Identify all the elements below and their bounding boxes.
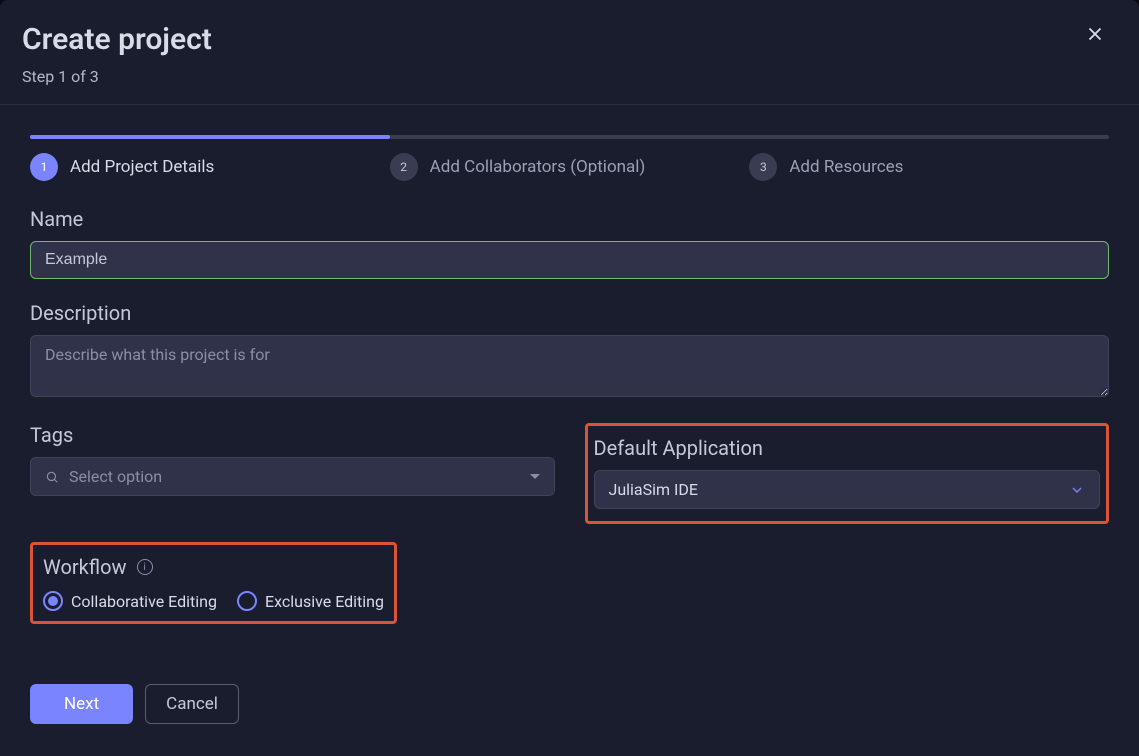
- radio-collaborative[interactable]: Collaborative Editing: [43, 591, 217, 611]
- create-project-modal: Create project Step 1 of 3 1 Add Project…: [0, 0, 1139, 756]
- name-group: Name: [30, 207, 1109, 279]
- workflow-radio-group: Collaborative Editing Exclusive Editing: [43, 591, 384, 611]
- cancel-button[interactable]: Cancel: [145, 684, 239, 724]
- default-app-highlight: Default Application JuliaSim IDE: [585, 423, 1110, 524]
- name-label: Name: [30, 207, 1109, 231]
- modal-title: Create project: [22, 22, 212, 57]
- default-app-select[interactable]: JuliaSim IDE: [594, 470, 1101, 509]
- modal-body: 1 Add Project Details 2 Add Collaborator…: [0, 105, 1139, 754]
- modal-footer: Next Cancel: [30, 684, 1109, 724]
- form-row: Tags Select option Default Application J…: [30, 423, 1109, 524]
- radio-label-collaborative: Collaborative Editing: [71, 592, 217, 611]
- step-list: 1 Add Project Details 2 Add Collaborator…: [30, 153, 1109, 181]
- description-label: Description: [30, 301, 1109, 325]
- step-1-label: Add Project Details: [70, 157, 214, 177]
- radio-circle-exclusive: [237, 591, 257, 611]
- step-3-label: Add Resources: [789, 157, 903, 177]
- default-app-label: Default Application: [594, 436, 1101, 460]
- step-1[interactable]: 1 Add Project Details: [30, 153, 390, 181]
- caret-down-icon: [530, 474, 540, 479]
- name-input[interactable]: [30, 241, 1109, 279]
- step-1-number: 1: [30, 153, 58, 181]
- radio-circle-collaborative: [43, 591, 63, 611]
- step-indicator: Step 1 of 3: [22, 67, 212, 86]
- tags-label: Tags: [30, 423, 555, 447]
- default-app-value: JuliaSim IDE: [609, 480, 1060, 499]
- tags-group: Tags Select option: [30, 423, 555, 524]
- description-group: Description: [30, 301, 1109, 401]
- close-icon: [1084, 23, 1106, 45]
- search-icon: [45, 470, 59, 484]
- radio-exclusive[interactable]: Exclusive Editing: [237, 591, 384, 611]
- step-3[interactable]: 3 Add Resources: [749, 153, 1109, 181]
- description-input[interactable]: [30, 335, 1109, 397]
- tags-select[interactable]: Select option: [30, 457, 555, 496]
- progress-fill: [30, 135, 390, 139]
- progress-bar: [30, 135, 1109, 139]
- modal-header: Create project Step 1 of 3: [0, 0, 1139, 105]
- step-2[interactable]: 2 Add Collaborators (Optional): [390, 153, 750, 181]
- info-icon[interactable]: i: [137, 559, 153, 575]
- radio-label-exclusive: Exclusive Editing: [265, 592, 384, 611]
- workflow-highlight: Workflow i Collaborative Editing Exclusi…: [30, 542, 397, 624]
- step-3-number: 3: [749, 153, 777, 181]
- next-button[interactable]: Next: [30, 684, 133, 724]
- tags-placeholder: Select option: [69, 467, 520, 486]
- chevron-down-icon: [1069, 482, 1085, 498]
- step-2-label: Add Collaborators (Optional): [430, 157, 646, 177]
- close-button[interactable]: [1083, 22, 1107, 46]
- step-2-number: 2: [390, 153, 418, 181]
- workflow-label: Workflow: [43, 555, 127, 579]
- workflow-header: Workflow i: [43, 555, 384, 579]
